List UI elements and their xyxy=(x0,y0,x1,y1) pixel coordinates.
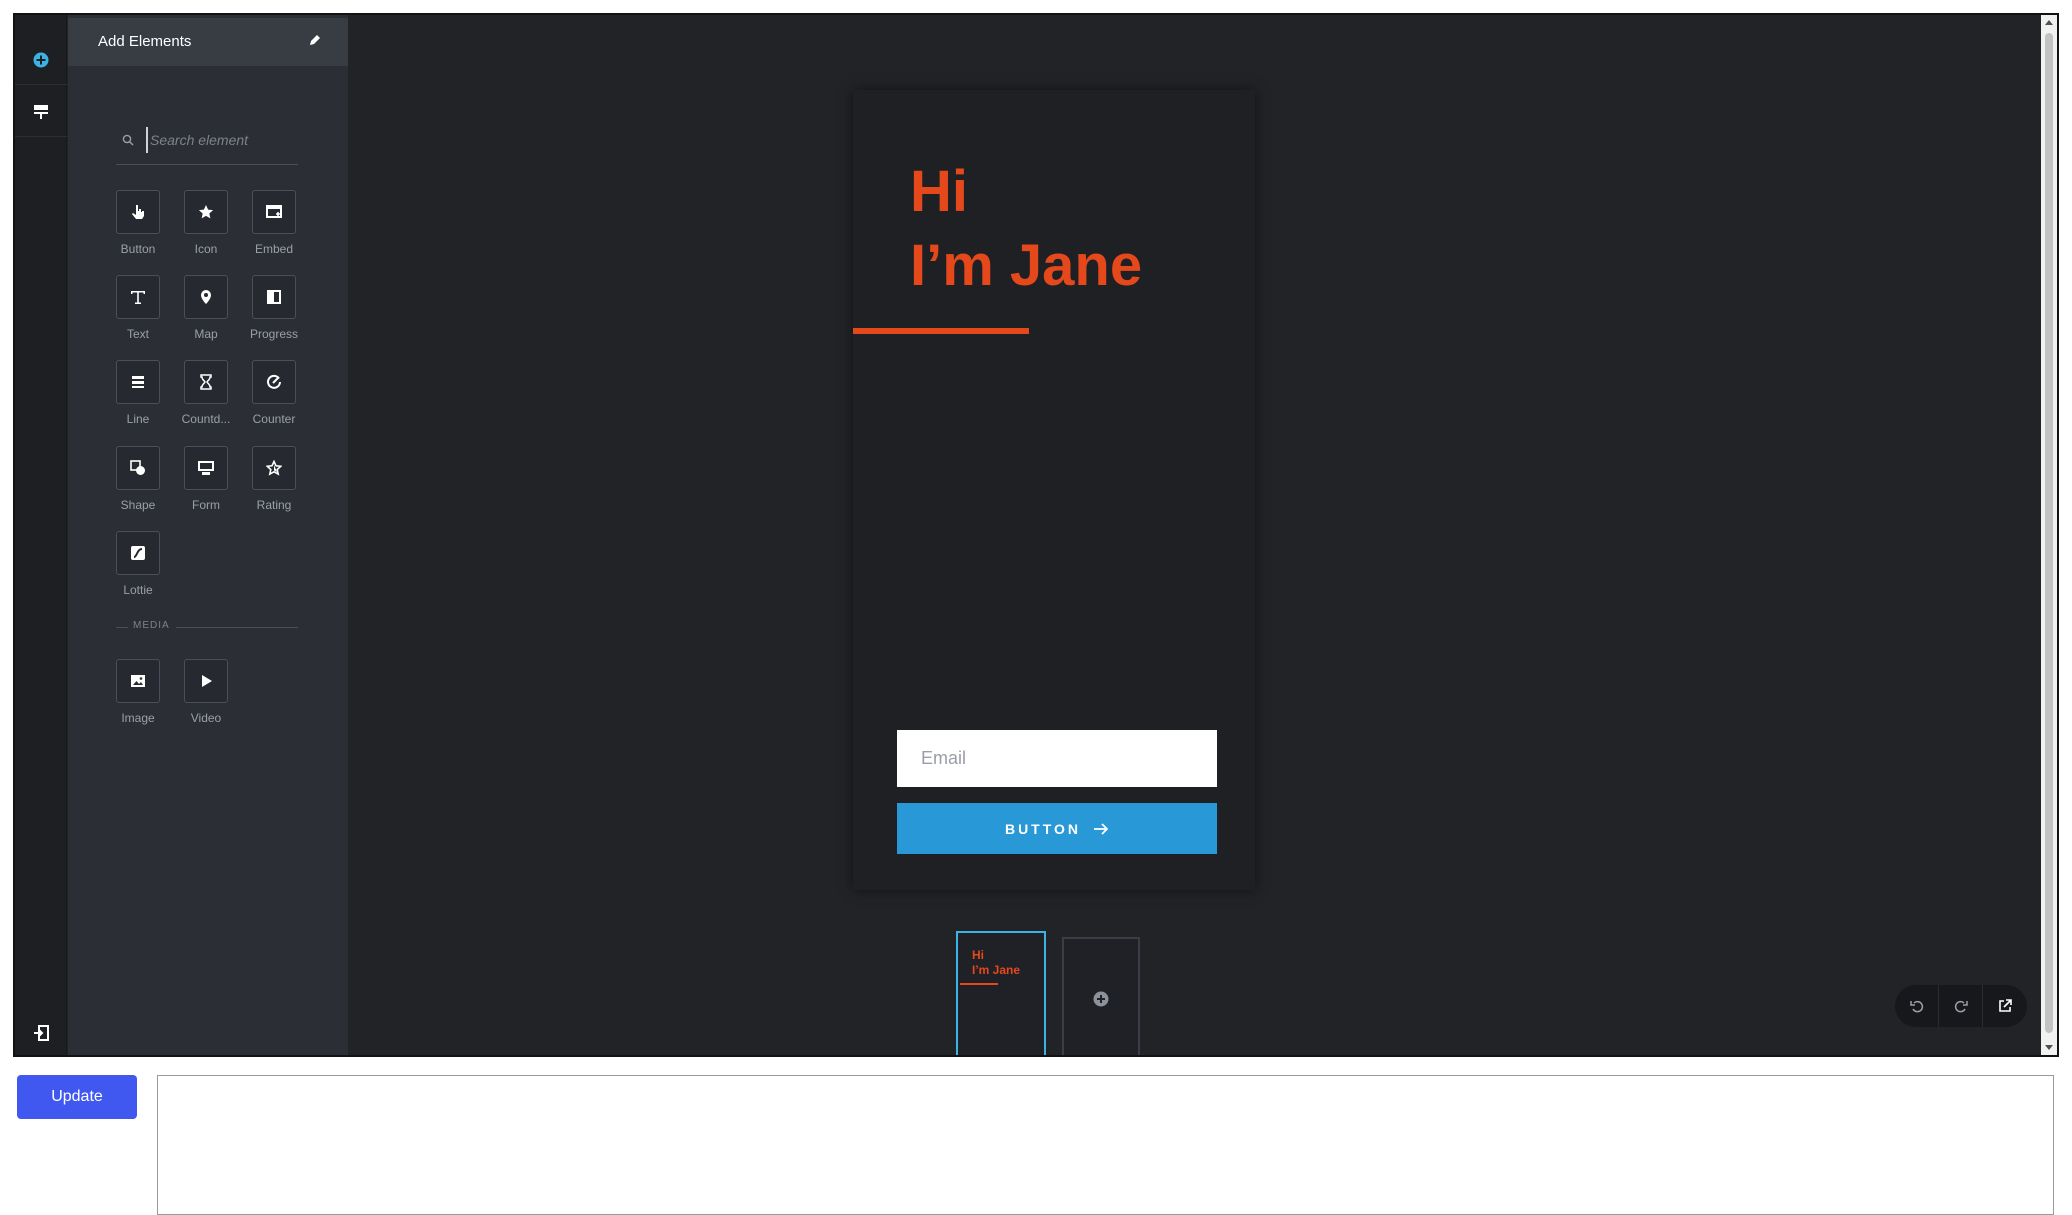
plus-circle-icon xyxy=(33,52,49,67)
scroll-up-arrow[interactable] xyxy=(2045,20,2053,25)
plus-circle-icon xyxy=(1093,991,1109,1007)
scrollbar-thumb[interactable] xyxy=(2045,33,2053,1033)
form-icon xyxy=(184,446,228,490)
element-icon[interactable]: Icon xyxy=(172,190,240,270)
page-thumbnail-selected[interactable]: Hi I’m Jane xyxy=(956,931,1046,1055)
pencil-icon[interactable] xyxy=(308,32,322,51)
element-label: Embed xyxy=(254,242,294,256)
hourglass-icon xyxy=(184,360,228,404)
thumbnail-line-2: I’m Jane xyxy=(972,963,1021,977)
element-form[interactable]: Form xyxy=(172,446,240,526)
media-section-divider: MEDIA xyxy=(116,618,298,638)
email-field[interactable] xyxy=(897,730,1217,787)
undo-icon xyxy=(1909,1000,1923,1013)
undo-button[interactable] xyxy=(1895,985,1939,1027)
preview-button[interactable] xyxy=(1983,985,2027,1027)
element-text[interactable]: Text xyxy=(104,275,172,355)
history-toolbar xyxy=(1895,985,2027,1027)
layers-rail-button[interactable] xyxy=(15,87,67,137)
add-page-thumbnail[interactable] xyxy=(1062,937,1140,1055)
media-heading: MEDIA xyxy=(133,620,170,631)
search-input[interactable] xyxy=(146,127,294,153)
element-label: Video xyxy=(190,711,222,725)
thumbnail-heading: Hi I’m Jane xyxy=(972,948,1020,978)
arrow-right-icon xyxy=(1094,822,1109,835)
text-icon xyxy=(116,275,160,319)
element-label: Lottie xyxy=(123,583,153,597)
element-button[interactable]: Button xyxy=(104,190,172,270)
star-icon xyxy=(184,190,228,234)
hero-line-1: Hi xyxy=(910,159,968,224)
shapes-icon xyxy=(116,446,160,490)
hero-underline[interactable] xyxy=(853,328,1029,334)
sign-out-icon xyxy=(34,1025,49,1041)
redo-icon xyxy=(1954,1000,1968,1013)
page-canvas[interactable]: Hi I’m Jane BUTTON xyxy=(853,90,1255,890)
left-rail xyxy=(15,15,67,1055)
element-rating[interactable]: Rating xyxy=(240,446,308,526)
element-progress[interactable]: Progress xyxy=(240,275,308,355)
element-label: Rating xyxy=(256,498,292,512)
element-lottie[interactable]: Lottie xyxy=(104,531,172,611)
panel-header: Add Elements xyxy=(68,18,348,66)
search-icon xyxy=(122,131,134,150)
element-shape[interactable]: Shape xyxy=(104,446,172,526)
cta-button[interactable]: BUTTON xyxy=(897,803,1217,854)
thumbnail-underline xyxy=(960,983,998,985)
element-map[interactable]: Map xyxy=(172,275,240,355)
embed-window-icon xyxy=(252,190,296,234)
line-icon xyxy=(116,360,160,404)
map-pin-icon xyxy=(184,275,228,319)
progress-icon xyxy=(252,275,296,319)
external-link-icon xyxy=(1999,999,2012,1012)
element-label: Progress xyxy=(249,327,299,341)
hero-heading[interactable]: Hi I’m Jane xyxy=(910,155,1142,303)
exit-rail-button[interactable] xyxy=(15,1008,67,1055)
update-button[interactable]: Update xyxy=(17,1075,137,1119)
element-line[interactable]: Line xyxy=(104,360,172,440)
add-elements-panel: Add Elements Button Icon xyxy=(68,15,348,1055)
editor-frame: Add Elements Button Icon xyxy=(13,13,2059,1057)
lottie-icon xyxy=(116,531,160,575)
element-counter[interactable]: Counter xyxy=(240,360,308,440)
search-box xyxy=(116,115,298,165)
scroll-down-arrow[interactable] xyxy=(2045,1045,2053,1050)
thumbnail-line-1: Hi xyxy=(972,948,984,962)
vertical-scrollbar[interactable] xyxy=(2041,15,2057,1055)
element-embed[interactable]: Embed xyxy=(240,190,308,270)
hero-line-2: I’m Jane xyxy=(910,233,1143,298)
star-outline-icon xyxy=(252,446,296,490)
cta-button-label: BUTTON xyxy=(1004,820,1082,837)
add-elements-rail-button[interactable] xyxy=(15,35,67,85)
gauge-icon xyxy=(252,360,296,404)
image-icon xyxy=(116,659,160,703)
hand-pointer-icon xyxy=(116,190,160,234)
element-countdown[interactable]: Countd... xyxy=(172,360,240,440)
element-label: Counter xyxy=(252,412,296,426)
element-video[interactable]: Video xyxy=(172,659,240,739)
panel-title: Add Elements xyxy=(98,33,192,50)
element-image[interactable]: Image xyxy=(104,659,172,739)
play-icon xyxy=(184,659,228,703)
paint-roller-icon xyxy=(34,104,48,119)
output-textarea[interactable] xyxy=(157,1075,2054,1215)
redo-button[interactable] xyxy=(1939,985,1983,1027)
